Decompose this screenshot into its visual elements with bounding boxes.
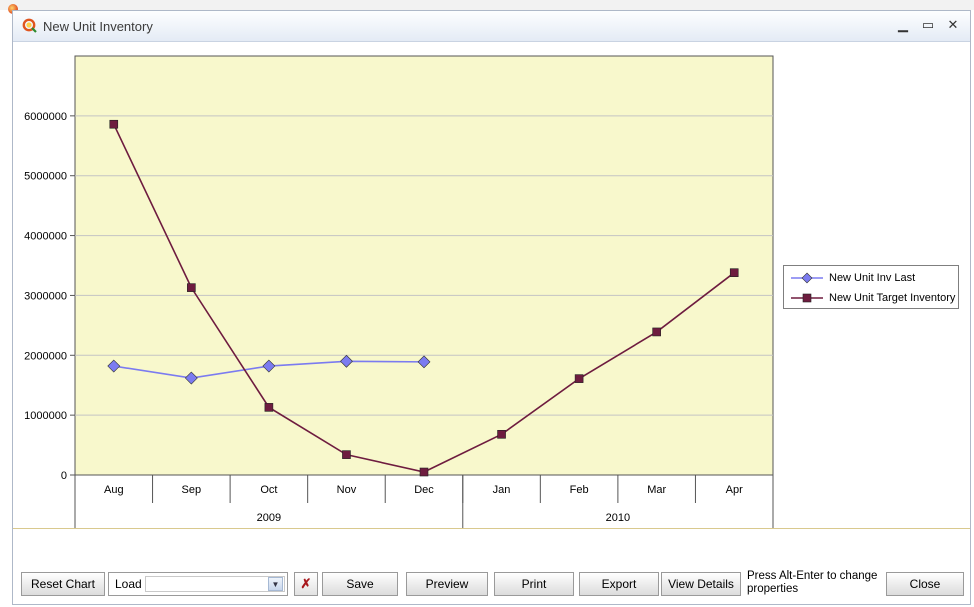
- legend-entry: New Unit Target Inventory: [789, 290, 959, 306]
- load-label: Load: [115, 577, 142, 591]
- x-group-label: 2009: [257, 512, 281, 524]
- data-point-square: [264, 403, 274, 412]
- preview-button[interactable]: Preview: [406, 572, 488, 596]
- qlik-q-icon: [22, 18, 37, 33]
- content-divider: [13, 528, 970, 529]
- x-tick-label: Mar: [647, 484, 666, 496]
- legend-line-square-icon: [791, 293, 823, 303]
- export-button[interactable]: Export: [579, 572, 659, 596]
- x-tick-label: Oct: [260, 484, 277, 496]
- data-point-square: [187, 283, 196, 292]
- chart-legend: New Unit Inv Last New Unit Target Invent…: [783, 265, 959, 309]
- view-details-button[interactable]: View Details: [661, 572, 741, 596]
- load-select[interactable]: ▼: [145, 576, 285, 592]
- chart-area: 0 1000000 2000000 3000000 4000000 5000000 6000…: [13, 42, 970, 528]
- save-button[interactable]: Save: [322, 572, 398, 596]
- data-point-square: [729, 268, 739, 277]
- title-bar[interactable]: New Unit Inventory ▁ ▭ ✕: [13, 11, 970, 42]
- data-point-square: [497, 429, 506, 439]
- minimize-button[interactable]: ▁: [893, 16, 913, 34]
- x-tick-label: Aug: [104, 484, 124, 496]
- data-point-square: [574, 374, 584, 383]
- data-point-square: [109, 119, 119, 129]
- chevron-down-icon[interactable]: ▼: [268, 577, 283, 591]
- y-tick-label: 0: [61, 470, 67, 482]
- data-point-square: [342, 450, 351, 459]
- x-tick-label: Nov: [337, 484, 357, 496]
- x-tick-label: Jan: [493, 484, 511, 496]
- x-tick-label: Sep: [182, 484, 202, 496]
- legend-label: New Unit Target Inventory: [829, 292, 956, 304]
- x-tick-label: Feb: [570, 484, 589, 496]
- x-tick-label: Apr: [726, 484, 743, 496]
- y-tick-label: 5000000: [24, 171, 67, 183]
- y-tick-label: 1000000: [24, 410, 67, 422]
- data-point-square: [419, 467, 429, 477]
- background-window-strip: [0, 0, 974, 10]
- print-button[interactable]: Print: [494, 572, 574, 596]
- clear-selection-icon[interactable]: ✗: [294, 572, 318, 596]
- x-group-label: 2010: [606, 512, 630, 524]
- close-window-button[interactable]: ✕: [943, 16, 963, 34]
- close-button[interactable]: Close: [886, 572, 964, 596]
- reset-chart-button[interactable]: Reset Chart: [21, 572, 105, 596]
- data-point-square: [652, 327, 661, 337]
- maximize-button[interactable]: ▭: [918, 16, 938, 34]
- bottom-toolbar: Reset Chart Load ▼ ✗ Save Preview Print …: [13, 570, 970, 601]
- hint-text: Press Alt-Enter to change properties: [747, 570, 878, 595]
- load-bookmark-combo[interactable]: Load ▼: [108, 572, 288, 596]
- legend-label: New Unit Inv Last: [829, 272, 916, 284]
- y-tick-label: 3000000: [24, 290, 67, 302]
- legend-entry: New Unit Inv Last: [789, 270, 959, 286]
- legend-line-diamond-icon: [791, 272, 823, 284]
- y-tick-label: 4000000: [24, 231, 67, 243]
- window-title: New Unit Inventory: [43, 19, 153, 34]
- y-tick-label: 2000000: [24, 350, 67, 362]
- plot-area: [74, 55, 774, 476]
- chart-window: New Unit Inventory ▁ ▭ ✕ 0 1000000 2000000…: [12, 10, 971, 605]
- x-tick-label: Dec: [414, 484, 434, 496]
- y-tick-label: 6000000: [24, 111, 67, 123]
